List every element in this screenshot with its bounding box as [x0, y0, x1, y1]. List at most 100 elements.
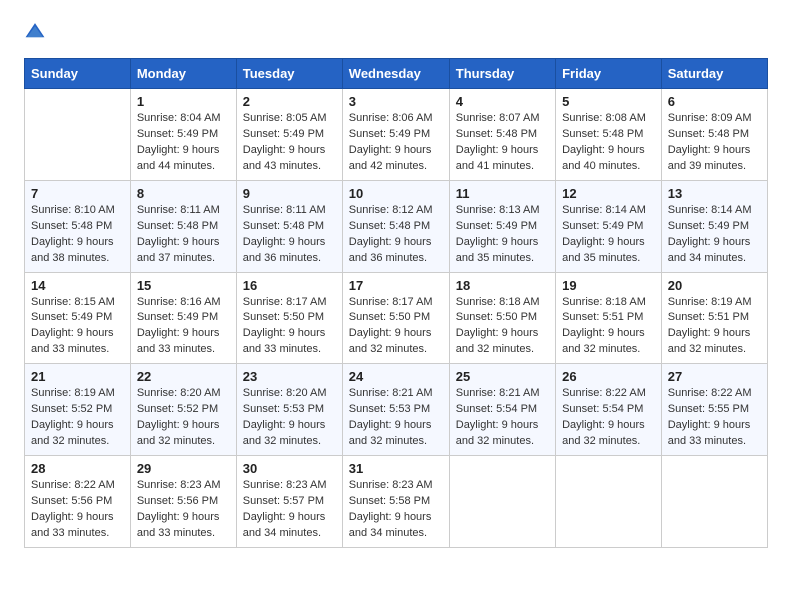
- cell-content: Sunrise: 8:17 AM Sunset: 5:50 PM Dayligh…: [243, 295, 336, 359]
- header-cell-sunday: Sunday: [25, 59, 131, 89]
- day-number: 8: [137, 186, 230, 201]
- calendar-cell: 18 Sunrise: 8:18 AM Sunset: 5:50 PM Dayli…: [449, 272, 555, 364]
- cell-content: Sunrise: 8:22 AM Sunset: 5:56 PM Dayligh…: [31, 478, 124, 542]
- calendar-cell: 20 Sunrise: 8:19 AM Sunset: 5:51 PM Dayli…: [661, 272, 767, 364]
- calendar-cell: 13 Sunrise: 8:14 AM Sunset: 5:49 PM Dayli…: [661, 180, 767, 272]
- day-number: 12: [562, 186, 655, 201]
- logo-icon: [24, 20, 46, 42]
- cell-content: Sunrise: 8:18 AM Sunset: 5:51 PM Dayligh…: [562, 295, 655, 359]
- week-row-1: 7 Sunrise: 8:10 AM Sunset: 5:48 PM Daylig…: [25, 180, 768, 272]
- header-cell-saturday: Saturday: [661, 59, 767, 89]
- calendar-cell: 19 Sunrise: 8:18 AM Sunset: 5:51 PM Dayli…: [556, 272, 662, 364]
- day-number: 7: [31, 186, 124, 201]
- calendar-cell: 1Sunrise: 8:04 AM Sunset: 5:49 PM Daylig…: [130, 89, 236, 181]
- cell-content: Sunrise: 8:16 AM Sunset: 5:49 PM Dayligh…: [137, 295, 230, 359]
- day-number: 4: [456, 94, 549, 109]
- calendar-cell: 22 Sunrise: 8:20 AM Sunset: 5:52 PM Dayli…: [130, 364, 236, 456]
- day-number: 29: [137, 461, 230, 476]
- calendar-body: 1Sunrise: 8:04 AM Sunset: 5:49 PM Daylig…: [25, 89, 768, 548]
- cell-content: Sunrise: 8:23 AM Sunset: 5:57 PM Dayligh…: [243, 478, 336, 542]
- header-cell-thursday: Thursday: [449, 59, 555, 89]
- cell-content: Sunrise: 8:12 AM Sunset: 5:48 PM Dayligh…: [349, 203, 443, 267]
- day-number: 3: [349, 94, 443, 109]
- day-number: 24: [349, 369, 443, 384]
- calendar-cell: 4 Sunrise: 8:07 AM Sunset: 5:48 PM Daylig…: [449, 89, 555, 181]
- day-number: 14: [31, 278, 124, 293]
- header-cell-tuesday: Tuesday: [236, 59, 342, 89]
- cell-content: Sunrise: 8:13 AM Sunset: 5:49 PM Dayligh…: [456, 203, 549, 267]
- calendar-cell: 5Sunrise: 8:08 AM Sunset: 5:48 PM Daylig…: [556, 89, 662, 181]
- week-row-3: 21 Sunrise: 8:19 AM Sunset: 5:52 PM Dayli…: [25, 364, 768, 456]
- week-row-2: 14 Sunrise: 8:15 AM Sunset: 5:49 PM Dayli…: [25, 272, 768, 364]
- cell-content: Sunrise: 8:18 AM Sunset: 5:50 PM Dayligh…: [456, 295, 549, 359]
- day-number: 13: [668, 186, 761, 201]
- calendar-cell: 23 Sunrise: 8:20 AM Sunset: 5:53 PM Dayli…: [236, 364, 342, 456]
- cell-content: Sunrise: 8:15 AM Sunset: 5:49 PM Dayligh…: [31, 295, 124, 359]
- calendar-cell: 28 Sunrise: 8:22 AM Sunset: 5:56 PM Dayli…: [25, 456, 131, 548]
- calendar-cell: 17 Sunrise: 8:17 AM Sunset: 5:50 PM Dayli…: [342, 272, 449, 364]
- cell-content: Sunrise: 8:09 AM Sunset: 5:48 PM Dayligh…: [668, 111, 761, 175]
- calendar-cell: 15 Sunrise: 8:16 AM Sunset: 5:49 PM Dayli…: [130, 272, 236, 364]
- calendar-header: SundayMondayTuesdayWednesdayThursdayFrid…: [25, 59, 768, 89]
- calendar-cell: 29Sunrise: 8:23 AM Sunset: 5:56 PM Dayli…: [130, 456, 236, 548]
- calendar-cell: 31Sunrise: 8:23 AM Sunset: 5:58 PM Dayli…: [342, 456, 449, 548]
- cell-content: Sunrise: 8:14 AM Sunset: 5:49 PM Dayligh…: [668, 203, 761, 267]
- cell-content: Sunrise: 8:23 AM Sunset: 5:58 PM Dayligh…: [349, 478, 443, 542]
- header-cell-friday: Friday: [556, 59, 662, 89]
- calendar-cell: 6 Sunrise: 8:09 AM Sunset: 5:48 PM Daylig…: [661, 89, 767, 181]
- header: [24, 20, 768, 42]
- cell-content: Sunrise: 8:22 AM Sunset: 5:55 PM Dayligh…: [668, 386, 761, 450]
- cell-content: Sunrise: 8:07 AM Sunset: 5:48 PM Dayligh…: [456, 111, 549, 175]
- day-number: 23: [243, 369, 336, 384]
- day-number: 16: [243, 278, 336, 293]
- cell-content: Sunrise: 8:17 AM Sunset: 5:50 PM Dayligh…: [349, 295, 443, 359]
- header-cell-monday: Monday: [130, 59, 236, 89]
- cell-content: Sunrise: 8:19 AM Sunset: 5:52 PM Dayligh…: [31, 386, 124, 450]
- calendar-cell: 30 Sunrise: 8:23 AM Sunset: 5:57 PM Dayli…: [236, 456, 342, 548]
- day-number: 9: [243, 186, 336, 201]
- day-number: 2: [243, 94, 336, 109]
- day-number: 22: [137, 369, 230, 384]
- day-number: 30: [243, 461, 336, 476]
- calendar-cell: 10 Sunrise: 8:12 AM Sunset: 5:48 PM Dayli…: [342, 180, 449, 272]
- calendar-cell: [556, 456, 662, 548]
- cell-content: Sunrise: 8:14 AM Sunset: 5:49 PM Dayligh…: [562, 203, 655, 267]
- calendar-cell: 8 Sunrise: 8:11 AM Sunset: 5:48 PM Daylig…: [130, 180, 236, 272]
- header-cell-wednesday: Wednesday: [342, 59, 449, 89]
- cell-content: Sunrise: 8:20 AM Sunset: 5:53 PM Dayligh…: [243, 386, 336, 450]
- day-number: 17: [349, 278, 443, 293]
- cell-content: Sunrise: 8:08 AM Sunset: 5:48 PM Dayligh…: [562, 111, 655, 175]
- day-number: 28: [31, 461, 124, 476]
- day-number: 26: [562, 369, 655, 384]
- day-number: 20: [668, 278, 761, 293]
- calendar-cell: [449, 456, 555, 548]
- calendar-cell: 14 Sunrise: 8:15 AM Sunset: 5:49 PM Dayli…: [25, 272, 131, 364]
- cell-content: Sunrise: 8:06 AM Sunset: 5:49 PM Dayligh…: [349, 111, 443, 175]
- cell-content: Sunrise: 8:05 AM Sunset: 5:49 PM Dayligh…: [243, 111, 336, 175]
- calendar-cell: 2 Sunrise: 8:05 AM Sunset: 5:49 PM Daylig…: [236, 89, 342, 181]
- week-row-4: 28 Sunrise: 8:22 AM Sunset: 5:56 PM Dayli…: [25, 456, 768, 548]
- cell-content: Sunrise: 8:19 AM Sunset: 5:51 PM Dayligh…: [668, 295, 761, 359]
- cell-content: Sunrise: 8:22 AM Sunset: 5:54 PM Dayligh…: [562, 386, 655, 450]
- day-number: 21: [31, 369, 124, 384]
- day-number: 1: [137, 94, 230, 109]
- calendar-cell: 3 Sunrise: 8:06 AM Sunset: 5:49 PM Daylig…: [342, 89, 449, 181]
- day-number: 6: [668, 94, 761, 109]
- cell-content: Sunrise: 8:21 AM Sunset: 5:54 PM Dayligh…: [456, 386, 549, 450]
- cell-content: Sunrise: 8:21 AM Sunset: 5:53 PM Dayligh…: [349, 386, 443, 450]
- calendar-cell: 11Sunrise: 8:13 AM Sunset: 5:49 PM Dayli…: [449, 180, 555, 272]
- calendar-cell: [661, 456, 767, 548]
- day-number: 10: [349, 186, 443, 201]
- day-number: 15: [137, 278, 230, 293]
- calendar-cell: 26 Sunrise: 8:22 AM Sunset: 5:54 PM Dayli…: [556, 364, 662, 456]
- calendar-table: SundayMondayTuesdayWednesdayThursdayFrid…: [24, 58, 768, 548]
- calendar-cell: 9Sunrise: 8:11 AM Sunset: 5:48 PM Daylig…: [236, 180, 342, 272]
- calendar-cell: 27Sunrise: 8:22 AM Sunset: 5:55 PM Dayli…: [661, 364, 767, 456]
- cell-content: Sunrise: 8:10 AM Sunset: 5:48 PM Dayligh…: [31, 203, 124, 267]
- cell-content: Sunrise: 8:11 AM Sunset: 5:48 PM Dayligh…: [137, 203, 230, 267]
- calendar-cell: 7 Sunrise: 8:10 AM Sunset: 5:48 PM Daylig…: [25, 180, 131, 272]
- day-number: 18: [456, 278, 549, 293]
- cell-content: Sunrise: 8:20 AM Sunset: 5:52 PM Dayligh…: [137, 386, 230, 450]
- day-number: 19: [562, 278, 655, 293]
- calendar-cell: 24 Sunrise: 8:21 AM Sunset: 5:53 PM Dayli…: [342, 364, 449, 456]
